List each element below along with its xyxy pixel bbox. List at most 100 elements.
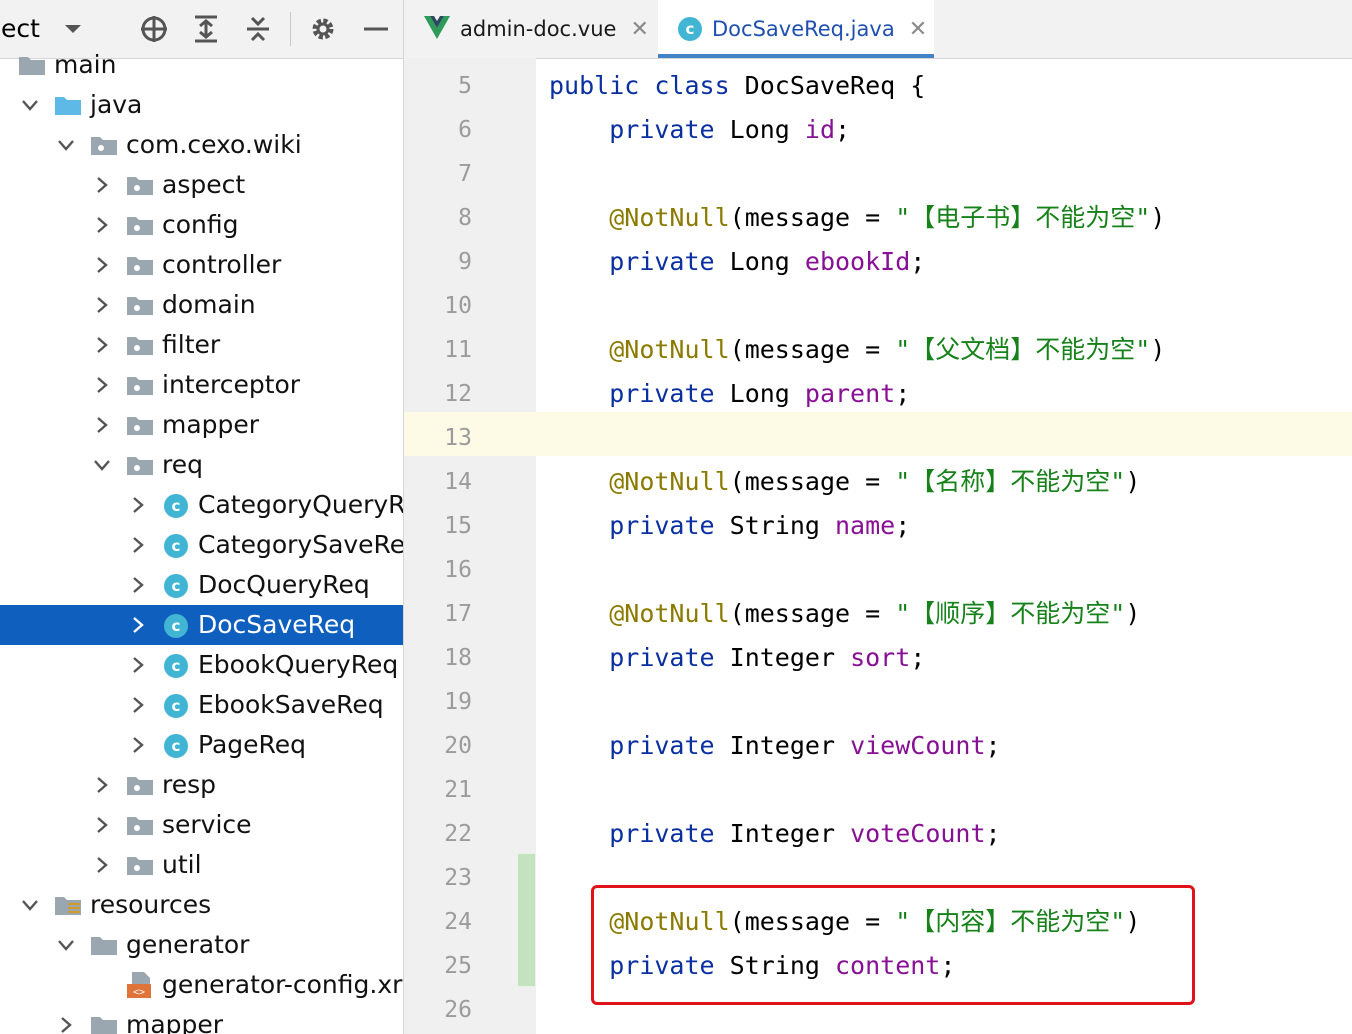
tree-item-categoryqueryr[interactable]: c CategoryQueryR bbox=[0, 485, 403, 525]
tree-item-req[interactable]: req bbox=[0, 445, 403, 485]
tree-item-resp[interactable]: resp bbox=[0, 765, 403, 805]
chevron-right-icon[interactable] bbox=[92, 255, 112, 275]
tree-item-config[interactable]: config bbox=[0, 205, 403, 245]
package-icon bbox=[126, 374, 154, 398]
collapse-all-icon[interactable] bbox=[241, 12, 275, 46]
code-line[interactable]: @NotNull(message = "【名称】不能为空") bbox=[549, 460, 1140, 504]
line-number: 19 bbox=[444, 689, 472, 715]
tab-label: admin-doc.vue bbox=[460, 17, 617, 41]
code-line[interactable]: private String name; bbox=[549, 504, 910, 548]
tree-item-mapper[interactable]: mapper bbox=[0, 1005, 403, 1034]
tab-docsavereq-java[interactable]: c DocSaveReq.java ✕ bbox=[658, 0, 934, 58]
code-line[interactable]: private Long ebookId; bbox=[549, 240, 925, 284]
code-line[interactable]: private Integer sort; bbox=[549, 636, 925, 680]
tree-item-label: req bbox=[162, 450, 203, 479]
chevron-right-icon[interactable] bbox=[128, 535, 148, 555]
tree-item-label: domain bbox=[162, 290, 256, 319]
tree-item-label: PageReq bbox=[198, 730, 307, 759]
tab-admin-doc-vue[interactable]: admin-doc.vue ✕ bbox=[404, 0, 658, 58]
tree-item-interceptor[interactable]: interceptor bbox=[0, 365, 403, 405]
chevron-right-icon[interactable] bbox=[92, 775, 112, 795]
tree-item-ebookqueryreq[interactable]: c EbookQueryReq bbox=[0, 645, 403, 685]
tree-item-util[interactable]: util bbox=[0, 845, 403, 885]
code-line[interactable]: @NotNull(message = "【父文档】不能为空") bbox=[549, 328, 1165, 372]
chevron-right-icon[interactable] bbox=[92, 415, 112, 435]
chevron-right-icon[interactable] bbox=[128, 735, 148, 755]
line-number: 15 bbox=[444, 513, 472, 539]
code-token: Long bbox=[729, 379, 805, 408]
tree-item-com-cexo-wiki[interactable]: com.cexo.wiki bbox=[0, 125, 403, 165]
code-token: @NotNull bbox=[609, 467, 730, 496]
tree-item-java[interactable]: java bbox=[0, 85, 403, 125]
tree-item-controller[interactable]: controller bbox=[0, 245, 403, 285]
chevron-down-icon[interactable] bbox=[20, 95, 40, 115]
package-icon bbox=[126, 254, 154, 278]
tree-item-filter[interactable]: filter bbox=[0, 325, 403, 365]
code-token: ) bbox=[1150, 203, 1166, 232]
folder-icon bbox=[18, 54, 46, 78]
code-line[interactable]: private Long parent; bbox=[549, 372, 910, 416]
code-line[interactable]: public class DocSaveReq { bbox=[549, 64, 925, 108]
close-icon[interactable]: ✕ bbox=[630, 17, 648, 42]
chevron-right-icon[interactable] bbox=[128, 575, 148, 595]
chevron-right-icon[interactable] bbox=[92, 175, 112, 195]
chevron-right-icon[interactable] bbox=[128, 615, 148, 635]
tree-item-generator-config-xr[interactable]: <> generator-config.xr bbox=[0, 965, 403, 1005]
chevron-down-icon[interactable] bbox=[20, 895, 40, 915]
chevron-down-icon[interactable] bbox=[92, 455, 112, 475]
chevron-right-icon[interactable] bbox=[92, 295, 112, 315]
chevron-right-icon[interactable] bbox=[128, 655, 148, 675]
chevron-down-icon[interactable] bbox=[56, 12, 90, 46]
tree-item-docqueryreq[interactable]: c DocQueryReq bbox=[0, 565, 403, 605]
code-line[interactable]: private Integer voteCount; bbox=[549, 812, 1000, 856]
chevron-down-icon[interactable] bbox=[56, 135, 76, 155]
chevron-down-icon[interactable] bbox=[56, 935, 76, 955]
tree-item-ebooksavereq[interactable]: c EbookSaveReq bbox=[0, 685, 403, 725]
code-line[interactable]: private Integer viewCount; bbox=[549, 724, 1000, 768]
project-view-selector[interactable]: ject bbox=[0, 14, 40, 43]
close-icon[interactable]: ✕ bbox=[909, 17, 927, 42]
tree-item-categorysavere[interactable]: c CategorySaveRe bbox=[0, 525, 403, 565]
tree-item-service[interactable]: service bbox=[0, 805, 403, 845]
code-line[interactable]: @NotNull(message = "【电子书】不能为空") bbox=[549, 196, 1165, 240]
chevron-right-icon[interactable] bbox=[128, 495, 148, 515]
gear-icon[interactable] bbox=[306, 12, 340, 46]
tree-item-pagereq[interactable]: c PageReq bbox=[0, 725, 403, 765]
current-line-highlight bbox=[404, 412, 1352, 456]
tree-item-label: generator-config.xr bbox=[162, 970, 403, 999]
locate-target-icon[interactable] bbox=[137, 12, 171, 46]
tree-item-mapper[interactable]: mapper bbox=[0, 405, 403, 445]
package-icon bbox=[126, 774, 154, 798]
line-number: 22 bbox=[444, 821, 472, 847]
expand-all-icon[interactable] bbox=[189, 12, 223, 46]
tree-item-domain[interactable]: domain bbox=[0, 285, 403, 325]
chevron-right-icon[interactable] bbox=[92, 855, 112, 875]
minimize-icon[interactable] bbox=[359, 12, 393, 46]
tree-item-docsavereq[interactable]: c DocSaveReq bbox=[0, 605, 403, 645]
code-token: ; bbox=[910, 247, 926, 276]
tree-item-aspect[interactable]: aspect bbox=[0, 165, 403, 205]
tree-item-main[interactable]: main bbox=[0, 45, 403, 85]
vcs-change-marker[interactable] bbox=[518, 854, 535, 986]
chevron-right-icon[interactable] bbox=[128, 695, 148, 715]
code-line[interactable]: private Long id; bbox=[549, 108, 850, 152]
chevron-right-icon[interactable] bbox=[92, 215, 112, 235]
chevron-right-icon[interactable] bbox=[92, 335, 112, 355]
code-token: Long bbox=[729, 115, 805, 144]
tree-item-resources[interactable]: resources bbox=[0, 885, 403, 925]
class-icon: c bbox=[162, 694, 190, 718]
chevron-right-icon[interactable] bbox=[92, 815, 112, 835]
tree-item-label: EbookQueryReq bbox=[198, 650, 399, 679]
package-icon bbox=[126, 294, 154, 318]
chevron-right-icon[interactable] bbox=[56, 1015, 76, 1034]
annotation-highlight-box bbox=[591, 885, 1195, 1005]
code-token: viewCount bbox=[850, 731, 986, 760]
editor-tab-bar: admin-doc.vue ✕ c DocSaveReq.java ✕ bbox=[404, 0, 1352, 59]
code-line[interactable]: @NotNull(message = "【顺序】不能为空") bbox=[549, 592, 1140, 636]
tree-item-generator[interactable]: generator bbox=[0, 925, 403, 965]
chevron-right-icon[interactable] bbox=[92, 375, 112, 395]
